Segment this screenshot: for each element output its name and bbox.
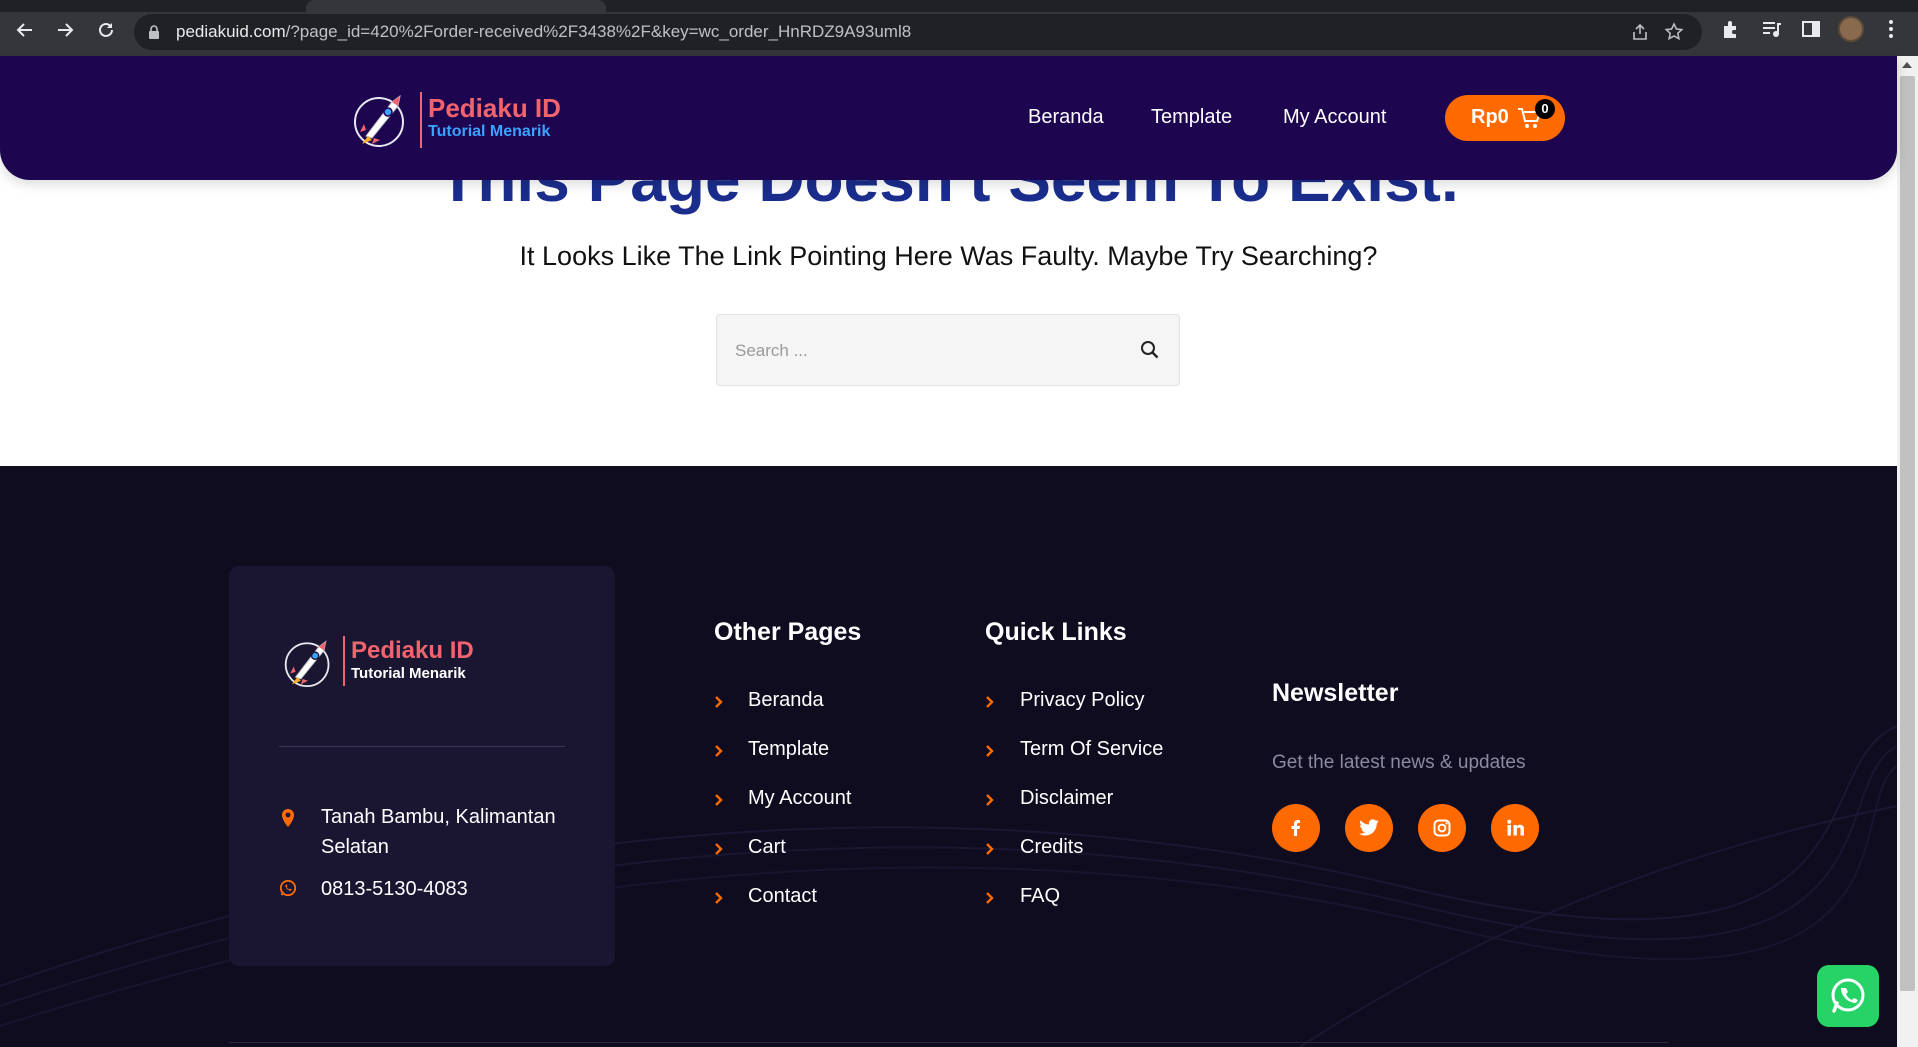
chevron-right-icon [986, 892, 994, 904]
whatsapp-chat-button[interactable] [1817, 965, 1879, 1027]
logo-divider [420, 92, 422, 148]
footer-link-beranda[interactable]: Beranda [748, 689, 824, 712]
scrollbar-thumb[interactable] [1900, 76, 1915, 991]
scroll-up-arrow-icon[interactable] [1902, 62, 1912, 68]
search-icon[interactable] [1139, 339, 1161, 361]
cart-amount: Rp0 [1471, 106, 1509, 128]
back-icon[interactable] [12, 17, 38, 43]
page-scrollbar[interactable] [1897, 56, 1918, 1047]
logo-subtitle: Tutorial Menarik [428, 123, 551, 140]
footer-link-privacy-policy[interactable]: Privacy Policy [1020, 689, 1144, 712]
tab-strip [0, 0, 1918, 12]
extensions-icon[interactable] [1720, 18, 1742, 40]
site-logo[interactable]: Pediaku ID Tutorial Menarik [352, 90, 592, 148]
newsletter-description: Get the latest news & updates [1272, 752, 1526, 773]
footer-bottom-divider [229, 1042, 1669, 1043]
nav-my-account[interactable]: My Account [1283, 106, 1386, 129]
rocket-icon [284, 640, 330, 687]
chevron-right-icon [715, 745, 723, 757]
bookmark-star-icon[interactable] [1664, 22, 1684, 42]
menu-dots-icon[interactable] [1880, 18, 1902, 40]
footer-link-contact[interactable]: Contact [748, 885, 817, 908]
logo-subtitle: Tutorial Menarik [351, 665, 466, 682]
chevron-right-icon [986, 794, 994, 806]
linkedin-icon [1507, 819, 1524, 836]
other-pages-title: Other Pages [714, 618, 862, 646]
reload-icon[interactable] [93, 17, 119, 43]
browser-toolbar: pediakuid.com/?page_id=420%2Forder-recei… [0, 0, 1918, 56]
facebook-button[interactable] [1272, 804, 1320, 852]
logo-text: Pediaku ID Tutorial Menarik [428, 94, 561, 142]
cart-button[interactable]: Rp0 0 [1445, 95, 1565, 141]
footer-link-terms[interactable]: Term Of Service [1020, 738, 1163, 761]
whatsapp-icon [1831, 978, 1865, 1013]
chevron-right-icon [986, 696, 994, 708]
location-pin-icon [282, 809, 294, 827]
footer-link-my-account[interactable]: My Account [748, 787, 851, 810]
search-input[interactable] [735, 337, 1115, 365]
side-panel-icon[interactable] [1800, 18, 1822, 40]
rocket-icon [354, 94, 404, 147]
logo-text: Pediaku ID Tutorial Menarik [351, 638, 474, 684]
address-bar[interactable]: pediakuid.com/?page_id=420%2Forder-recei… [134, 14, 1702, 50]
whatsapp-icon [279, 879, 297, 897]
media-control-icon[interactable] [1760, 18, 1782, 40]
footer-link-cart[interactable]: Cart [748, 836, 786, 859]
twitter-icon [1359, 819, 1379, 836]
nav-template[interactable]: Template [1151, 106, 1232, 129]
footer-logo[interactable]: Pediaku ID Tutorial Menarik [283, 636, 503, 688]
phone-text[interactable]: 0813-5130-4083 [321, 874, 591, 904]
footer-link-credits[interactable]: Credits [1020, 836, 1083, 859]
twitter-button[interactable] [1345, 804, 1393, 852]
chevron-right-icon [715, 794, 723, 806]
site-footer: Pediaku ID Tutorial Menarik Tanah Bambu,… [0, 466, 1897, 1047]
cart-count-badge: 0 [1535, 99, 1555, 119]
chevron-right-icon [715, 843, 723, 855]
share-icon[interactable] [1630, 22, 1650, 42]
profile-avatar[interactable] [1838, 16, 1864, 42]
linkedin-button[interactable] [1491, 804, 1539, 852]
logo-title: Pediaku ID [351, 637, 474, 664]
logo-divider [343, 636, 345, 686]
newsletter-title: Newsletter [1272, 679, 1399, 707]
nav-beranda[interactable]: Beranda [1028, 106, 1104, 129]
logo-title: Pediaku ID [428, 93, 561, 123]
url-text[interactable]: pediakuid.com/?page_id=420%2Forder-recei… [176, 22, 911, 42]
quick-links-title: Quick Links [985, 618, 1127, 646]
forward-icon[interactable] [52, 17, 78, 43]
footer-card-divider [279, 746, 565, 747]
error-subtitle: It Looks Like The Link Pointing Here Was… [519, 241, 1378, 271]
footer-link-disclaimer[interactable]: Disclaimer [1020, 787, 1113, 810]
active-tab[interactable] [306, 0, 606, 12]
address-text: Tanah Bambu, Kalimantan Selatan [321, 806, 556, 858]
chevron-right-icon [715, 696, 723, 708]
footer-link-faq[interactable]: FAQ [1020, 885, 1060, 908]
site-header: Pediaku ID Tutorial Menarik Beranda Temp… [0, 56, 1897, 180]
chevron-right-icon [715, 892, 723, 904]
facebook-icon [1291, 820, 1300, 836]
search-form [716, 314, 1180, 386]
footer-contact-card: Pediaku ID Tutorial Menarik Tanah Bambu,… [229, 566, 615, 966]
lock-icon [149, 25, 159, 39]
chevron-right-icon [986, 843, 994, 855]
instagram-button[interactable] [1418, 804, 1466, 852]
chevron-right-icon [986, 745, 994, 757]
instagram-icon [1433, 819, 1451, 837]
footer-link-template[interactable]: Template [748, 738, 829, 761]
